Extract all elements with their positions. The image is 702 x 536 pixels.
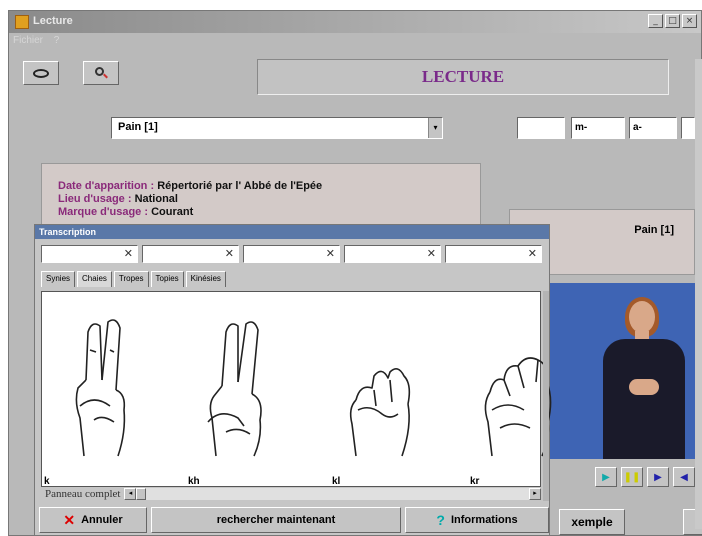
pause-button[interactable]: ❚❚ [621, 467, 643, 487]
transcription-field-4[interactable]: ✕ [344, 245, 441, 263]
handshape-label: kh [188, 476, 200, 487]
handshape-label: k [44, 476, 50, 487]
tab-synies[interactable]: Synies [41, 271, 76, 287]
transcription-field-5[interactable]: ✕ [445, 245, 542, 263]
dialog-title: Transcription [35, 225, 549, 239]
small-field-3[interactable]: a- [629, 117, 677, 139]
search-button[interactable] [83, 61, 119, 85]
page-title: LECTURE [257, 59, 669, 95]
info-key: Marque d'usage [58, 206, 142, 218]
information-button[interactable]: ? Informations [405, 507, 549, 533]
cancel-label: Annuler [81, 514, 123, 526]
small-field-1[interactable] [517, 117, 565, 139]
minimize-button[interactable]: _ [648, 14, 663, 28]
help-icon: ? [436, 512, 445, 528]
info-value: Courant [151, 206, 194, 218]
clear-icon[interactable]: ✕ [528, 247, 537, 260]
search-now-label: rechercher maintenant [216, 514, 336, 526]
info-row: Date d'apparition : Répertorié par l' Ab… [58, 180, 480, 193]
dialog-button-row: ✕ Annuler rechercher maintenant ? Inform… [39, 507, 549, 533]
info-value: National [134, 193, 178, 205]
info-value: Répertorié par l' Abbé de l'Epée [157, 180, 323, 192]
title-bar: Lecture _ □ × [9, 11, 701, 33]
small-field-2[interactable]: m- [571, 117, 625, 139]
info-sep: : [147, 180, 158, 192]
menu-fichier[interactable]: Fichier [13, 35, 43, 46]
app-icon [15, 15, 29, 29]
sign-select-value: Pain [1] [118, 121, 158, 133]
tab-tropes[interactable]: Tropes [113, 271, 149, 287]
vertical-scrollbar[interactable] [543, 291, 549, 501]
tab-chaies[interactable]: Chaies [77, 271, 112, 287]
transcription-dialog: Transcription ✕ ✕ ✕ ✕ ✕ Synies Chaies Tr… [34, 224, 552, 536]
clear-icon[interactable]: ✕ [326, 247, 335, 260]
transcription-field-3[interactable]: ✕ [243, 245, 340, 263]
clear-icon[interactable]: ✕ [225, 247, 234, 260]
search-now-button[interactable]: rechercher maintenant [151, 507, 401, 533]
menu-bar: Fichier ? [9, 33, 701, 49]
scroll-left-button[interactable]: ◂ [124, 488, 137, 500]
tab-bar: Synies Chaies Tropes Topies Kinésies [41, 271, 226, 287]
small-field-4[interactable] [681, 117, 695, 139]
scroll-track[interactable] [146, 488, 529, 500]
info-key: Date d'apparition [58, 180, 148, 192]
handshape-kl-drawing[interactable] [334, 310, 424, 460]
scroll-label: Panneau complet [45, 488, 121, 500]
view-button[interactable] [23, 61, 59, 85]
transcription-fields: ✕ ✕ ✕ ✕ ✕ [41, 245, 542, 263]
clear-icon[interactable]: ✕ [124, 247, 133, 260]
maximize-button[interactable]: □ [665, 14, 680, 28]
magnifier-icon [95, 67, 108, 79]
handshape-label: kr [470, 476, 480, 487]
transcription-field-1[interactable]: ✕ [41, 245, 138, 263]
eye-icon [33, 68, 49, 78]
sign-select[interactable]: Pain [1] ▾ [111, 117, 443, 139]
transcription-field-2[interactable]: ✕ [142, 245, 239, 263]
tab-topies[interactable]: Topies [150, 271, 184, 287]
scroll-right-button[interactable]: ▸ [529, 488, 541, 500]
chevron-down-icon[interactable]: ▾ [428, 118, 442, 138]
exemple-button[interactable]: xemple [559, 509, 625, 535]
step-back-button[interactable]: ◀ [673, 467, 695, 487]
play-button[interactable]: ▶ [595, 467, 617, 487]
handshape-kh-drawing[interactable] [190, 310, 280, 460]
step-forward-button[interactable]: ▶ [647, 467, 669, 487]
cancel-icon: ✕ [63, 511, 76, 528]
information-label: Informations [450, 514, 518, 526]
info-row: Marque d'usage : Courant [58, 206, 480, 219]
info-key: Lieu d'usage [58, 193, 125, 205]
handshape-k-drawing[interactable] [56, 310, 146, 460]
handshape-canvas: k kh kl kr [41, 291, 552, 487]
scroll-thumb[interactable] [136, 488, 147, 500]
horizontal-scrollbar[interactable]: Panneau complet ◂ ▸ [41, 487, 541, 501]
info-sep: : [141, 206, 152, 218]
window-edge [695, 59, 702, 529]
tab-kinesies[interactable]: Kinésies [185, 271, 226, 287]
sign-name: Pain [1] [634, 224, 674, 236]
window-title: Lecture [33, 15, 73, 27]
menu-help[interactable]: ? [54, 35, 60, 46]
handshape-label: kl [332, 476, 341, 487]
clear-icon[interactable]: ✕ [427, 247, 436, 260]
cancel-button[interactable]: ✕ Annuler [39, 507, 147, 533]
close-button[interactable]: × [682, 14, 697, 28]
info-sep: : [124, 193, 135, 205]
info-row: Lieu d'usage : National [58, 193, 480, 206]
